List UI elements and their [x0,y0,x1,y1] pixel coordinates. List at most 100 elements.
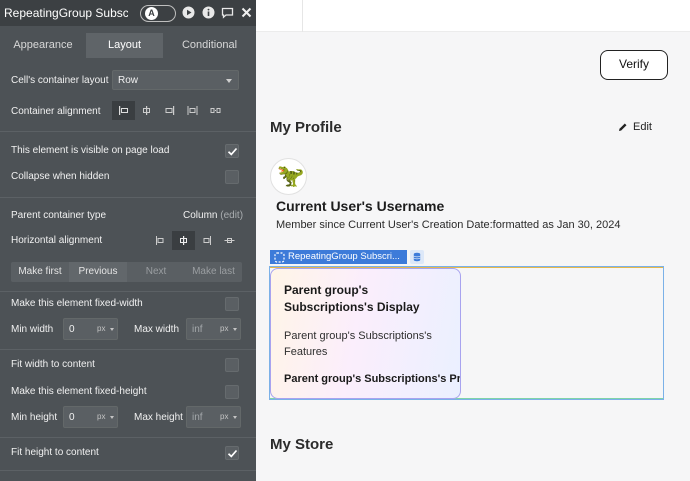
max-height-value: inf [192,412,203,423]
subscription-card[interactable]: Parent group's Subscriptions's Display P… [270,268,461,399]
edit-profile-link[interactable]: Edit [618,121,652,133]
play-icon[interactable] [182,6,195,19]
cell-layout-label: Cell's container layout [11,75,109,86]
fixed-width-checkbox[interactable] [225,297,239,311]
element-name-input[interactable]: RepeatingGroup Subscri [4,6,128,20]
chevron-down-icon [110,328,114,331]
min-height-unit: px [97,412,106,421]
max-width-value: inf [192,324,203,335]
min-width-value: 0 [69,324,75,335]
comment-icon[interactable] [221,6,234,19]
subscription-title: Parent group's Subscriptions's Display [284,283,420,314]
tab-conditional[interactable]: Conditional [163,33,256,58]
max-height-unit: px [220,412,229,421]
min-height-label: Min height [11,412,58,423]
min-width-label: Min width [11,324,54,335]
h-align-left-icon[interactable] [149,231,172,250]
property-editor-panel: RepeatingGroup Subscri A Appearance Layo… [0,0,256,481]
chevron-down-icon [233,328,237,331]
panel-header: RepeatingGroup Subscri A [0,0,256,26]
divider [0,131,256,132]
edit-label: Edit [633,121,652,133]
visible-on-load-label: This element is visible on page load [11,145,170,156]
chevron-down-icon [233,416,237,419]
cell-layout-select[interactable]: Row [112,70,239,90]
tab-layout[interactable]: Layout [86,33,163,58]
collapse-hidden-label: Collapse when hidden [11,171,110,182]
avatar-emoji: 🦖 [277,163,305,188]
max-width-unit: px [220,324,229,333]
min-height-input[interactable]: 0 px [63,406,118,428]
max-height-label: Max height [134,412,183,423]
my-store-heading: My Store [270,436,334,453]
max-width-label: Max width [134,324,180,335]
visible-on-load-checkbox[interactable] [225,144,239,158]
pencil-icon [619,123,627,131]
fixed-height-label: Make this element fixed-height [11,386,147,397]
close-icon[interactable] [240,6,253,19]
order-buttons: Make first Previous Next Make last [11,262,242,282]
subscription-features: Parent group's Subscriptions's Features [284,330,432,358]
parent-type-label: Parent container type [11,210,107,221]
divider [0,291,256,292]
align-end-icon[interactable] [158,101,181,120]
space-between-icon[interactable] [181,101,204,120]
divider [302,0,303,32]
min-height-value: 0 [69,412,75,423]
h-align-center-icon[interactable] [172,231,195,250]
avatar: 🦖 [270,158,307,195]
cell-layout-value: Row [118,75,139,86]
divider [0,349,256,350]
subscription-price: Parent group's Subscriptions's Pri [284,373,461,385]
min-width-unit: px [97,324,106,333]
max-width-input[interactable]: inf px [186,318,241,340]
fixed-height-checkbox[interactable] [225,385,239,399]
divider [0,437,256,438]
canvas-top-bar [256,0,690,32]
repeating-group-label[interactable]: RepeatingGroup Subscri... [270,250,407,264]
database-icon[interactable] [410,250,424,264]
fit-width-checkbox[interactable] [225,358,239,372]
divider [0,197,256,198]
h-align-right-icon[interactable] [195,231,218,250]
checkmark-icon [227,449,238,458]
page-canvas: Verify My Profile Edit 🦖 Current User's … [256,0,690,481]
container-alignment-buttons [112,101,227,120]
align-start-icon[interactable] [112,101,135,120]
fit-height-label: Fit height to content [11,447,99,458]
previous-button[interactable]: Previous [69,262,127,282]
max-height-input[interactable]: inf px [186,406,241,428]
fit-width-label: Fit width to content [11,359,95,370]
fit-height-checkbox[interactable] [225,446,239,460]
chevron-down-icon [110,416,114,419]
mode-badge: A [145,7,158,20]
parent-type-value-wrap: Column (edit) [183,210,243,221]
horizontal-alignment-buttons [149,231,241,250]
make-first-button[interactable]: Make first [11,262,69,282]
checkmark-icon [227,147,238,156]
min-width-input[interactable]: 0 px [63,318,118,340]
next-button[interactable]: Next [127,262,185,282]
parent-type-value: Column [183,210,218,221]
info-icon[interactable] [202,6,215,19]
member-since-text: Member since Current User's Creation Dat… [276,219,621,231]
tab-appearance[interactable]: Appearance [0,33,86,58]
chevron-down-icon [226,79,232,83]
align-center-icon[interactable] [135,101,158,120]
h-align-stretch-icon[interactable] [218,231,241,250]
repeating-group-name: RepeatingGroup Subscri... [288,251,400,262]
fixed-width-label: Make this element fixed-width [11,298,143,309]
make-last-button[interactable]: Make last [185,262,242,282]
panel-tabs: Appearance Layout Conditional [0,33,256,58]
my-profile-heading: My Profile [270,119,342,136]
mode-toggle[interactable]: A [140,5,176,22]
divider [0,470,256,471]
collapse-hidden-checkbox[interactable] [225,170,239,184]
username-text: Current User's Username [276,198,445,214]
container-alignment-label: Container alignment [11,106,101,117]
verify-button[interactable]: Verify [600,50,668,80]
horizontal-alignment-label: Horizontal alignment [11,235,103,246]
space-around-icon[interactable] [204,101,227,120]
dashed-select-icon [274,251,285,263]
parent-type-edit-link[interactable]: (edit) [220,210,243,221]
